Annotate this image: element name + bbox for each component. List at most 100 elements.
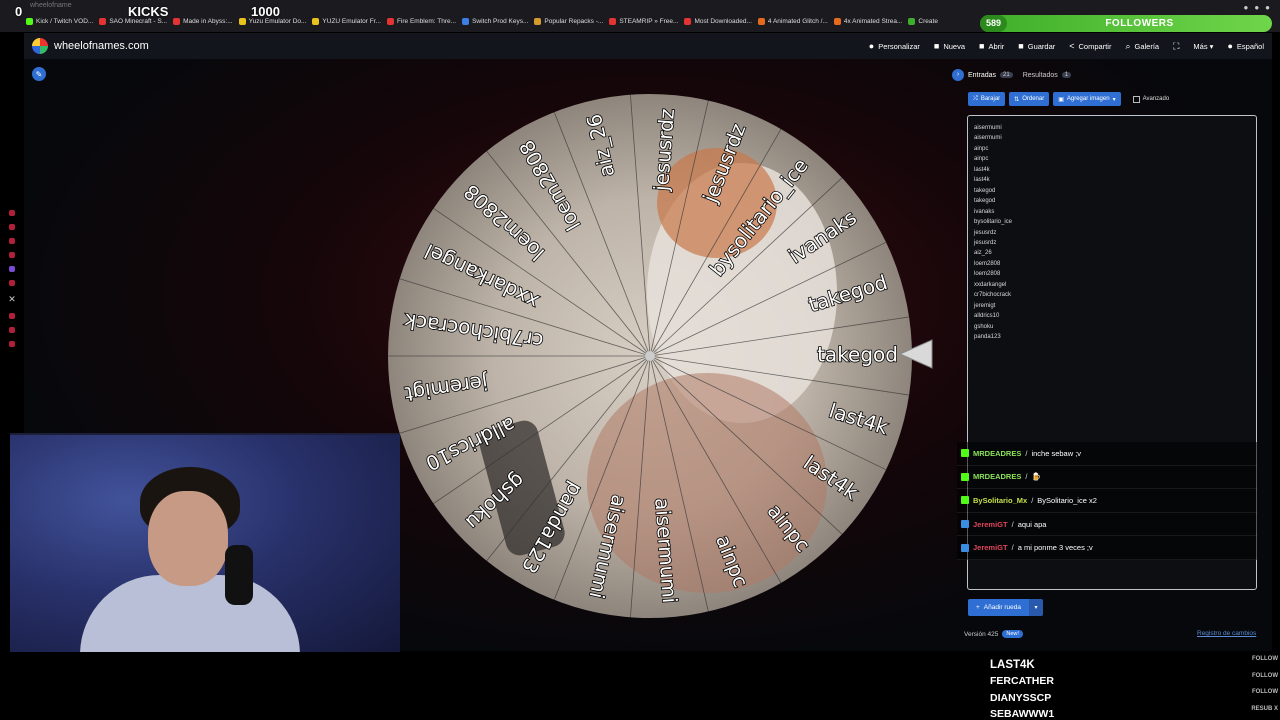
- bookmark-item[interactable]: Create: [908, 18, 938, 25]
- bookmark-item[interactable]: Fire Emblem: Thre...: [386, 18, 456, 25]
- advanced-checkbox[interactable]: [1132, 95, 1140, 103]
- collapse-arrow-icon[interactable]: ›: [952, 69, 964, 81]
- tab-entries[interactable]: › Entradas 21: [952, 69, 1013, 81]
- entry-line[interactable]: xxdarkangel: [974, 280, 1012, 290]
- bookmark-item[interactable]: Made in Abyss:...: [173, 18, 233, 25]
- strip-dot-icon: [9, 341, 15, 347]
- bookmark-item[interactable]: SAO Minecraft - S...: [99, 18, 167, 25]
- bookmark-item[interactable]: 4x Animated Strea...: [833, 18, 902, 25]
- wheel-center-pin[interactable]: [645, 351, 655, 361]
- bookmark-favicon-icon: [312, 18, 320, 25]
- wheel-image-face: [587, 373, 827, 593]
- menu-item[interactable]: ⛶: [1173, 41, 1179, 52]
- bookmark-item[interactable]: STEAMRIP » Free...: [609, 18, 678, 25]
- add-wheel-dropdown[interactable]: ▾: [1029, 599, 1044, 616]
- bookmark-item[interactable]: Switch Prod Keys...: [462, 18, 528, 25]
- bookmark-favicon-icon: [684, 18, 692, 25]
- strip-dot-icon: [9, 313, 15, 319]
- menu-item[interactable]: ⌕ Galería: [1125, 41, 1159, 52]
- add-image-button[interactable]: ▣ Agregar imagen ▾: [1053, 92, 1121, 106]
- entry-line[interactable]: jesusrdz: [974, 228, 1012, 238]
- menu-item-label: Guardar: [1027, 41, 1056, 51]
- new-badge: New!: [1002, 630, 1023, 638]
- bookmark-favicon-icon: [908, 18, 916, 25]
- advanced-toggle[interactable]: Avanzado: [1132, 95, 1169, 103]
- menu-item[interactable]: ● Personalizar: [869, 41, 920, 51]
- bookmark-item[interactable]: YUZU Emulator Fr...: [312, 18, 381, 25]
- bookmark-label: Kick / Twitch VOD...: [36, 18, 94, 25]
- sort-button[interactable]: ⇅ Ordenar: [1009, 92, 1050, 106]
- wheel-logo-icon[interactable]: [32, 38, 48, 54]
- entry-line[interactable]: ainpc: [974, 144, 1012, 154]
- entry-line[interactable]: bysolitario_ice: [974, 217, 1012, 227]
- strip-dot-icon: [9, 266, 15, 272]
- menu-item[interactable]: ● Español: [1227, 41, 1264, 51]
- bookmark-list: Kick / Twitch VOD... SAO Minecraft - S...…: [26, 18, 938, 25]
- bookmark-item[interactable]: Yuzu Emulator Do...: [238, 18, 306, 25]
- entries-list[interactable]: aisermumi aisermumi ainpc ainpc last4k last4k…: [974, 123, 1012, 343]
- follower-name: FERCATHER: [990, 675, 1054, 687]
- bookmark-item[interactable]: 4 Animated Glitch /...: [757, 18, 828, 25]
- overlay-kicks-goal: 1000: [251, 4, 280, 19]
- chat-separator: /: [1011, 543, 1014, 553]
- chat-message: BySolitario_Mx / BySolitario_ice x2: [957, 489, 1257, 513]
- entry-line[interactable]: alldrics10: [974, 311, 1012, 321]
- strip-dot-icon: [9, 252, 15, 258]
- tab-entries-label: Entradas: [968, 71, 997, 79]
- bookmark-item[interactable]: Most Downloaded...: [684, 18, 752, 25]
- chat-badge-icon: [961, 543, 969, 552]
- menu-item[interactable]: ■ Nueva: [934, 41, 965, 51]
- changelog-link[interactable]: Registro de cambios: [1197, 630, 1256, 637]
- entry-line[interactable]: aiz_26: [974, 248, 1012, 258]
- bookmark-label: SAO Minecraft - S...: [109, 18, 168, 25]
- entry-line[interactable]: takegod: [974, 186, 1012, 196]
- search-icon: ⌕: [1125, 40, 1131, 51]
- version-label: Versión 425: [964, 630, 999, 638]
- x-icon: ✕: [8, 294, 16, 304]
- pin-icon[interactable]: ●: [1243, 3, 1248, 12]
- chat-message: JeremiGT / aqui apa: [957, 512, 1257, 537]
- sort-icon: ⇅: [1014, 96, 1020, 103]
- plus-icon: +: [976, 604, 980, 611]
- profile-icon[interactable]: ●: [1265, 3, 1270, 12]
- menu-item[interactable]: Más ▾: [1193, 42, 1213, 51]
- entry-line[interactable]: jesusrdz: [974, 238, 1012, 248]
- address-bar-snippet[interactable]: wheelofname: [30, 2, 72, 9]
- chat-text: aqui apa: [1017, 519, 1047, 529]
- site-name[interactable]: wheelofnames.com: [54, 40, 149, 52]
- entry-line[interactable]: ainpc: [974, 154, 1012, 164]
- chat-text: inche sebaw ;v: [1031, 448, 1082, 458]
- entry-line[interactable]: last4k: [974, 175, 1012, 185]
- tab-results[interactable]: Resultados 1: [1023, 72, 1072, 79]
- bookmark-item[interactable]: Popular Repacks -...: [534, 18, 603, 25]
- add-wheel-button[interactable]: + Añadir rueda: [968, 599, 1030, 616]
- entry-line[interactable]: ivanaks: [974, 207, 1012, 217]
- entry-line[interactable]: takegod: [974, 196, 1012, 206]
- shuffle-icon: ⤮: [973, 95, 978, 102]
- entry-line[interactable]: panda123: [974, 332, 1012, 342]
- entry-line[interactable]: loem2808: [974, 259, 1012, 269]
- entry-line[interactable]: last4k: [974, 165, 1012, 175]
- bookmark-favicon-icon: [99, 18, 107, 25]
- entry-line[interactable]: cr7bichocrack: [974, 290, 1012, 300]
- shuffle-button[interactable]: ⤮ Barajar: [968, 92, 1006, 106]
- menu-item-label: Compartir: [1078, 41, 1112, 51]
- bookmark-item[interactable]: Kick / Twitch VOD...: [26, 18, 93, 25]
- entry-line[interactable]: jeremigt: [974, 301, 1012, 311]
- entry-line[interactable]: aisermumi: [974, 133, 1012, 143]
- followers-label: FOLLOWERS: [1105, 18, 1174, 29]
- menu-item[interactable]: < Compartir: [1069, 41, 1111, 51]
- wheel-canvas[interactable]: takegodlast4klast4kainpcainpcaisermumiai…: [387, 93, 913, 619]
- menu-item[interactable]: ■ Guardar: [1018, 41, 1055, 51]
- menu-item[interactable]: ■ Abrir: [979, 41, 1004, 51]
- spin-wheel[interactable]: takegod last4k last4k ainpc ainpc aisermumi ai…: [387, 93, 913, 619]
- entry-line[interactable]: loem2808: [974, 269, 1012, 279]
- bookmark-label: Most Downloaded...: [694, 18, 752, 25]
- wheel-pointer-icon: [898, 339, 933, 369]
- follower-tag: FOLLOW: [1252, 656, 1278, 662]
- puzzle-icon[interactable]: ●: [1254, 3, 1259, 12]
- entry-line[interactable]: aisermumi: [974, 123, 1012, 133]
- entry-line[interactable]: gshoku: [974, 322, 1012, 332]
- cam-streamer-body: [80, 575, 300, 652]
- edit-pencil-icon[interactable]: ✎: [32, 67, 46, 81]
